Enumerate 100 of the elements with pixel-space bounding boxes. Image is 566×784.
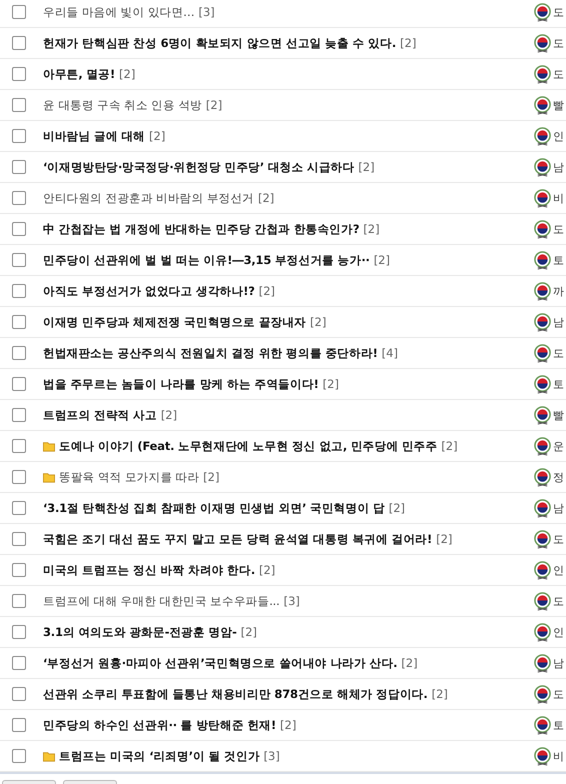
post-title-link[interactable]: 똥팔육 역적 모가지를 따라 — [59, 470, 200, 484]
post-title-link[interactable]: 트럼프에 대해 우매한 대한민국 보수우파들... — [43, 594, 280, 608]
checkbox[interactable] — [12, 439, 26, 453]
post-title-link[interactable]: 윤 대통령 구속 취소 인용 석방 — [43, 98, 202, 112]
checkbox[interactable] — [12, 36, 26, 50]
author-name[interactable]: 인 — [553, 562, 565, 578]
flag-avatar-icon — [534, 560, 551, 580]
checkbox[interactable] — [12, 222, 26, 236]
checkbox[interactable] — [12, 470, 26, 484]
comment-count: [2] — [358, 160, 375, 174]
flag-avatar-icon — [534, 746, 551, 766]
comment-count: [2] — [322, 377, 339, 391]
post-title-link[interactable]: 비바람님 글에 대해 — [43, 128, 146, 144]
author-name[interactable]: 운 — [553, 438, 565, 454]
checkbox[interactable] — [12, 625, 26, 639]
flag-avatar-icon — [534, 468, 551, 486]
post-title-link[interactable]: 이재명 민주당과 체제전쟁 국민혁명으로 끝장내자 — [43, 314, 306, 330]
checkbox[interactable] — [12, 129, 26, 143]
author-name[interactable]: 토 — [553, 376, 565, 392]
flag-avatar-icon — [534, 312, 551, 332]
checkbox[interactable] — [12, 656, 26, 670]
post-title-link[interactable]: 민주당의 하수인 선관위·· 를 방탄해준 헌재! — [43, 718, 276, 732]
flag-avatar-icon — [534, 220, 551, 238]
post-title-link[interactable]: 헌법재판소는 공산주의식 전원일치 결정 위한 평의를 중단하라! — [43, 346, 378, 360]
post-title-link[interactable]: 미국의 트럼프는 정신 바짝 차려야 한다. — [43, 562, 255, 578]
author-name[interactable]: 도 — [553, 594, 565, 608]
comment-count: [2] — [203, 470, 220, 484]
checkbox[interactable] — [12, 67, 26, 81]
checkbox[interactable] — [12, 718, 26, 732]
comment-count: [2] — [206, 98, 222, 112]
post-title-link[interactable]: 도예나 이야기 (Feat. 노무현재단에 노무현 정신 없고, 민주당에 민주주 — [59, 438, 438, 454]
checkbox[interactable] — [12, 160, 26, 174]
post-title-link[interactable]: 우리들 마음에 빛이 있다면… — [43, 4, 194, 20]
author-name[interactable]: 도 — [553, 346, 565, 360]
comment-count: [2] — [436, 532, 452, 546]
post-title-link[interactable]: 아무튼, 멸공! — [43, 66, 116, 82]
author-name[interactable]: 도 — [553, 36, 565, 50]
author-name[interactable]: 토 — [553, 252, 565, 268]
checkbox[interactable] — [12, 98, 26, 112]
author-name[interactable]: 빨 — [553, 408, 565, 422]
post-title-link[interactable]: 헌재가 탄핵심판 찬성 6명이 확보되지 않으면 선고일 늦출 수 있다. — [43, 36, 396, 50]
author-name[interactable]: 비 — [553, 190, 565, 206]
checkbox[interactable] — [12, 191, 26, 205]
comment-count: [2] — [388, 501, 406, 515]
comment-count: [2] — [258, 284, 276, 298]
flag-avatar-icon — [534, 498, 551, 518]
post-title-link[interactable]: 선관위 소쿠리 투표함에 들통난 채용비리만 878건으로 해체가 정답이다. — [43, 686, 428, 702]
post-title-link[interactable]: 법을 주무르는 놈들이 나라를 망케 하는 주역들이다! — [43, 376, 319, 392]
flag-avatar-icon — [534, 158, 551, 176]
post-title-link[interactable]: ‘3.1절 탄핵찬성 집회 참패한 이재명 민생법 외면’ 국민혁명이 답 — [43, 500, 385, 516]
checkbox[interactable] — [12, 594, 26, 608]
author-name[interactable]: 까 — [553, 284, 565, 298]
checkbox[interactable] — [12, 687, 26, 701]
checkbox[interactable] — [12, 408, 26, 422]
author-name[interactable]: 인 — [553, 624, 565, 640]
post-title-link[interactable]: ‘부정선거 원흉·마피아 선관위’국민혁명으로 쓸어내야 나라가 산다. — [43, 656, 398, 670]
comment-count: [2] — [432, 687, 448, 701]
author-name[interactable]: 도 — [553, 222, 565, 236]
author-name[interactable]: 토 — [553, 718, 565, 732]
checkbox[interactable] — [12, 315, 26, 329]
comment-count: [2] — [240, 625, 258, 639]
checkbox[interactable] — [12, 346, 26, 360]
post-title-link[interactable]: 트럼프의 전략적 사고 — [43, 408, 157, 422]
author-name[interactable]: 도 — [553, 686, 565, 702]
post-title-link[interactable]: 국힘은 조기 대선 꿈도 꾸지 말고 모든 당력 윤석열 대통령 복귀에 걸어라! — [43, 532, 432, 546]
checkbox[interactable] — [12, 563, 26, 577]
checkbox[interactable] — [12, 749, 26, 763]
flag-avatar-icon — [534, 34, 551, 52]
flag-avatar-icon — [534, 684, 551, 704]
author-name[interactable]: 도 — [553, 66, 565, 82]
post-title-link[interactable]: ‘이재명방탄당·망국정당·위헌정당 민주당’ 대청소 시급하다 — [43, 160, 354, 174]
author-name[interactable]: 남 — [553, 656, 565, 670]
post-title-link[interactable]: 3.1의 여의도와 광화문-전광훈 명암- — [43, 624, 237, 640]
checkbox[interactable] — [12, 5, 26, 19]
post-title-link[interactable]: 트럼프는 미국의 ‘리죄명’이 될 것인가 — [59, 748, 260, 764]
flag-avatar-icon — [534, 344, 551, 362]
author-name[interactable]: 정 — [553, 470, 565, 484]
checkbox[interactable] — [12, 532, 26, 546]
post-title-link[interactable]: 안티다원의 전광훈과 비바람의 부정선거 — [43, 190, 254, 206]
author-name[interactable]: 비 — [553, 748, 565, 764]
author-name[interactable]: 도 — [553, 4, 565, 20]
comment-count: [2] — [374, 253, 390, 267]
checkbox[interactable] — [12, 377, 26, 391]
author-name[interactable]: 빨 — [553, 98, 565, 112]
flag-avatar-icon — [534, 250, 551, 270]
flag-avatar-icon — [534, 64, 551, 84]
flag-avatar-icon — [534, 2, 551, 22]
flag-avatar-icon — [534, 654, 551, 672]
author-name[interactable]: 인 — [553, 128, 565, 144]
post-title-link[interactable]: 아직도 부정선거가 없었다고 생각하나!? — [43, 284, 255, 298]
author-name[interactable]: 남 — [553, 314, 565, 330]
folder-icon — [43, 750, 55, 762]
checkbox[interactable] — [12, 253, 26, 267]
author-name[interactable]: 도 — [553, 532, 565, 546]
post-title-link[interactable]: 中 간첩잡는 법 개정에 반대하는 민주당 간첩과 한통속인가? — [43, 222, 360, 236]
author-name[interactable]: 남 — [553, 160, 565, 174]
author-name[interactable]: 남 — [553, 500, 565, 516]
checkbox[interactable] — [12, 284, 26, 298]
checkbox[interactable] — [12, 501, 26, 515]
post-title-link[interactable]: 민주당이 선관위에 벌 벌 떠는 이유!―3,15 부정선거를 능가·· — [43, 252, 370, 268]
